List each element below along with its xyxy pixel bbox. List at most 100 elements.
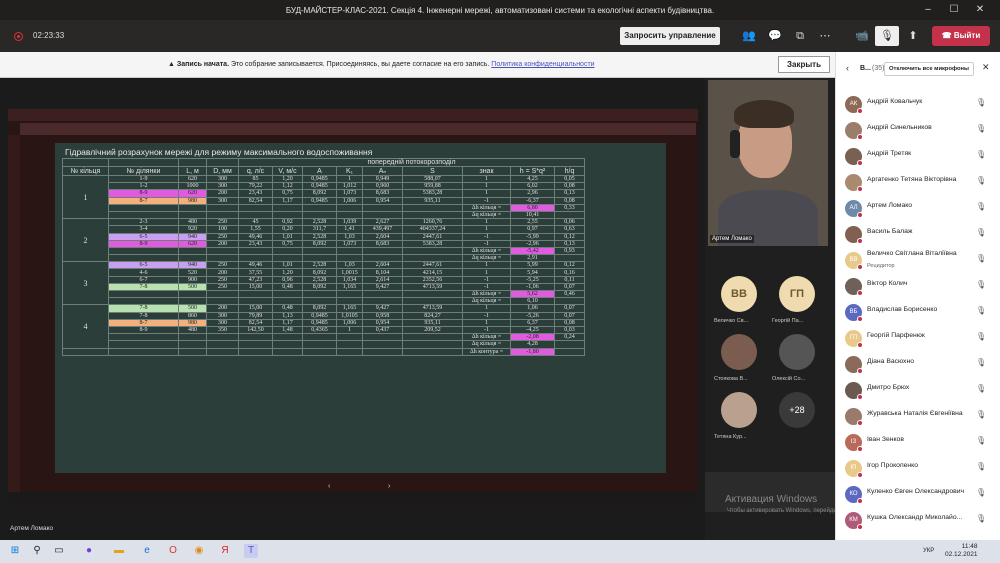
gallery-photo-5[interactable] xyxy=(721,392,757,428)
ring-delta-q-row: Δq кільця = 4,28 xyxy=(63,340,585,349)
participant-row[interactable]: АК Андрій Ковальчук 🎙 xyxy=(836,92,1000,118)
firefox-icon[interactable]: ◉ xyxy=(192,544,206,558)
search-icon[interactable]: ⚲ xyxy=(30,544,44,558)
participant-row[interactable]: ВВ Величко Світлана Віталіївна Рецидитор 🎙 xyxy=(836,248,1000,274)
teams-icon[interactable]: T xyxy=(244,544,258,558)
chat-icon[interactable]: 💬 xyxy=(767,28,783,44)
participant-row[interactable]: ІП Ігор Прокопенко 🎙 xyxy=(836,456,1000,482)
edge-icon[interactable]: e xyxy=(140,544,154,558)
participant-name: Діана Васюхно xyxy=(867,358,914,365)
participant-row[interactable]: КМ Кушка Олександр Миколайо... 🎙 xyxy=(836,508,1000,534)
gallery-photo-4[interactable] xyxy=(779,334,815,370)
mic-muted-icon[interactable]: 🎙 xyxy=(976,358,986,367)
leave-button[interactable]: ☎ Выйти xyxy=(932,26,990,46)
gallery-photo-3[interactable] xyxy=(721,334,757,370)
mic-muted-icon[interactable]: 🎙 xyxy=(976,306,986,315)
table-cell: 2-3 xyxy=(108,218,179,227)
minimize-icon[interactable]: – xyxy=(918,2,938,18)
participant-row[interactable]: КО Куленко Євген Олександрович 🎙 xyxy=(836,482,1000,508)
table-cell: 1,0015 xyxy=(336,268,363,277)
mic-muted-icon[interactable]: 🎙 xyxy=(976,410,986,419)
camera-icon[interactable]: 📹 xyxy=(854,28,870,44)
participant-row[interactable]: Дмитро Брюх 🎙 xyxy=(836,378,1000,404)
mic-muted-icon[interactable]: 🎙 xyxy=(976,332,986,341)
mic-muted-icon[interactable]: 🎙 xyxy=(976,514,986,523)
table-cell: 250 xyxy=(206,218,239,227)
status-busy-icon xyxy=(857,108,863,114)
table-cell: 0,954 xyxy=(362,196,403,205)
table-cell: 0,08 xyxy=(554,196,585,205)
hq-sum: 0,33 xyxy=(554,203,585,212)
more-actions-icon[interactable]: ⋯ xyxy=(817,28,833,44)
mic-muted-icon[interactable]: 🎙 xyxy=(976,488,986,497)
browser-sidebar xyxy=(8,135,20,495)
mic-muted-icon[interactable]: 🎙 xyxy=(976,384,986,393)
participant-row[interactable]: Василь Балаж 🎙 xyxy=(836,222,1000,248)
app-icon-1[interactable]: ● xyxy=(82,544,96,558)
table-row: 8-7 980 300 82,54 1,17 0,9485 1,006 0,954 935,11… xyxy=(63,196,585,205)
participant-row[interactable]: Аргатенко Тетяна Вікторівна 🎙 xyxy=(836,170,1000,196)
empty-cell xyxy=(302,340,337,349)
task-view-icon[interactable]: ▭ xyxy=(52,544,66,558)
maximize-icon[interactable]: ☐ xyxy=(944,2,964,18)
clock[interactable]: 11:48 02.12.2021 xyxy=(945,543,978,559)
scroll-right-icon[interactable]: › xyxy=(388,483,390,490)
mic-muted-icon[interactable]: 🎙 xyxy=(976,98,986,107)
hq-sum: 0,93 xyxy=(554,246,585,256)
table-cell: 82,54 xyxy=(238,318,273,327)
table-cell: 8,092 xyxy=(302,304,337,313)
table-cell: 1,17 xyxy=(272,196,303,205)
mic-muted-icon[interactable]: 🎙 xyxy=(976,436,986,445)
participant-row[interactable]: ГП Георгій Парфенюк 🎙 xyxy=(836,326,1000,352)
mute-all-button[interactable]: Отключить все микрофоны xyxy=(884,62,974,76)
privacy-policy-link[interactable]: Политика конфиденциальности xyxy=(491,61,594,68)
table-cell: 480 xyxy=(178,218,207,227)
yandex-icon[interactable]: Я xyxy=(218,544,232,558)
explorer-icon[interactable]: ▬ xyxy=(112,544,126,558)
mic-muted-icon[interactable]: 🎙 xyxy=(976,124,986,133)
close-banner-button[interactable]: Закрыть xyxy=(778,56,830,73)
share-icon[interactable]: ⬆ xyxy=(905,28,921,44)
participant-row[interactable]: Андрій Синельников 🎙 xyxy=(836,118,1000,144)
mic-muted-icon[interactable]: 🎙 xyxy=(976,176,986,185)
back-icon[interactable]: ‹ xyxy=(846,63,849,73)
language-indicator[interactable]: УКР xyxy=(923,548,934,554)
close-window-icon[interactable]: ✕ xyxy=(970,2,990,18)
participant-row[interactable]: Андрій Третяк 🎙 xyxy=(836,144,1000,170)
empty-cell xyxy=(402,203,463,212)
delta-q-label: Δq кільця = xyxy=(462,340,511,349)
close-panel-icon[interactable]: ✕ xyxy=(982,62,990,73)
mic-muted-icon[interactable]: 🎙 xyxy=(976,228,986,237)
scroll-left-icon[interactable]: ‹ xyxy=(328,483,330,490)
participant-row[interactable]: ВБ Владислав Борисенко 🎙 xyxy=(836,300,1000,326)
delta-q-label: Δq кільця = xyxy=(462,210,511,220)
participant-row[interactable]: Журавська Наталія Євгеніївна 🎙 xyxy=(836,404,1000,430)
mic-muted-icon[interactable]: 🎙 xyxy=(976,254,986,263)
table-header-row: № кільця № ділянки L, м D, мм q, л/с V, м/с A K… xyxy=(62,166,585,176)
participant-row[interactable]: Віктор Колич 🎙 xyxy=(836,274,1000,300)
mic-muted-icon[interactable]: 🎙 xyxy=(976,202,986,211)
gallery-avatar-2[interactable]: ГП xyxy=(779,276,815,312)
mic-muted-icon[interactable]: 🎙 xyxy=(976,462,986,471)
table-cell: 404337,24 xyxy=(402,225,463,234)
start-icon[interactable]: ⊞ xyxy=(8,544,22,558)
table-row: 7-8 500 250 15,00 0,48 8,092 1,165 9,427 4713,59… xyxy=(63,282,585,292)
participant-row[interactable]: ІЗ Іван Зенков 🎙 xyxy=(836,430,1000,456)
breakout-rooms-icon[interactable]: ⧉ xyxy=(792,28,808,44)
participant-row[interactable]: Діана Васюхно 🎙 xyxy=(836,352,1000,378)
table-cell: 0,48 xyxy=(272,304,303,313)
opera-icon[interactable]: O xyxy=(166,544,180,558)
gallery-avatar-1[interactable]: ВВ xyxy=(721,276,757,312)
table-cell: 0,48 xyxy=(272,282,303,292)
mic-muted-icon[interactable]: 🎙 xyxy=(976,150,986,159)
request-control-button[interactable]: Запросить управление xyxy=(620,27,720,45)
participants-icon[interactable]: 👥 xyxy=(741,28,757,44)
gallery-name-3: Стоякова В... xyxy=(714,376,748,382)
delta-q-value: 10,41 xyxy=(510,210,555,220)
participant-row[interactable]: АЛ Артем Ломако 🎙 xyxy=(836,196,1000,222)
gallery-more[interactable]: +28 xyxy=(779,392,815,428)
mic-muted-icon[interactable]: 🎙 xyxy=(976,280,986,289)
participant-name: Георгій Парфенюк xyxy=(867,332,925,339)
microphone-off-icon[interactable]: 🎙 xyxy=(875,26,899,46)
video-figure-hair xyxy=(734,100,794,128)
